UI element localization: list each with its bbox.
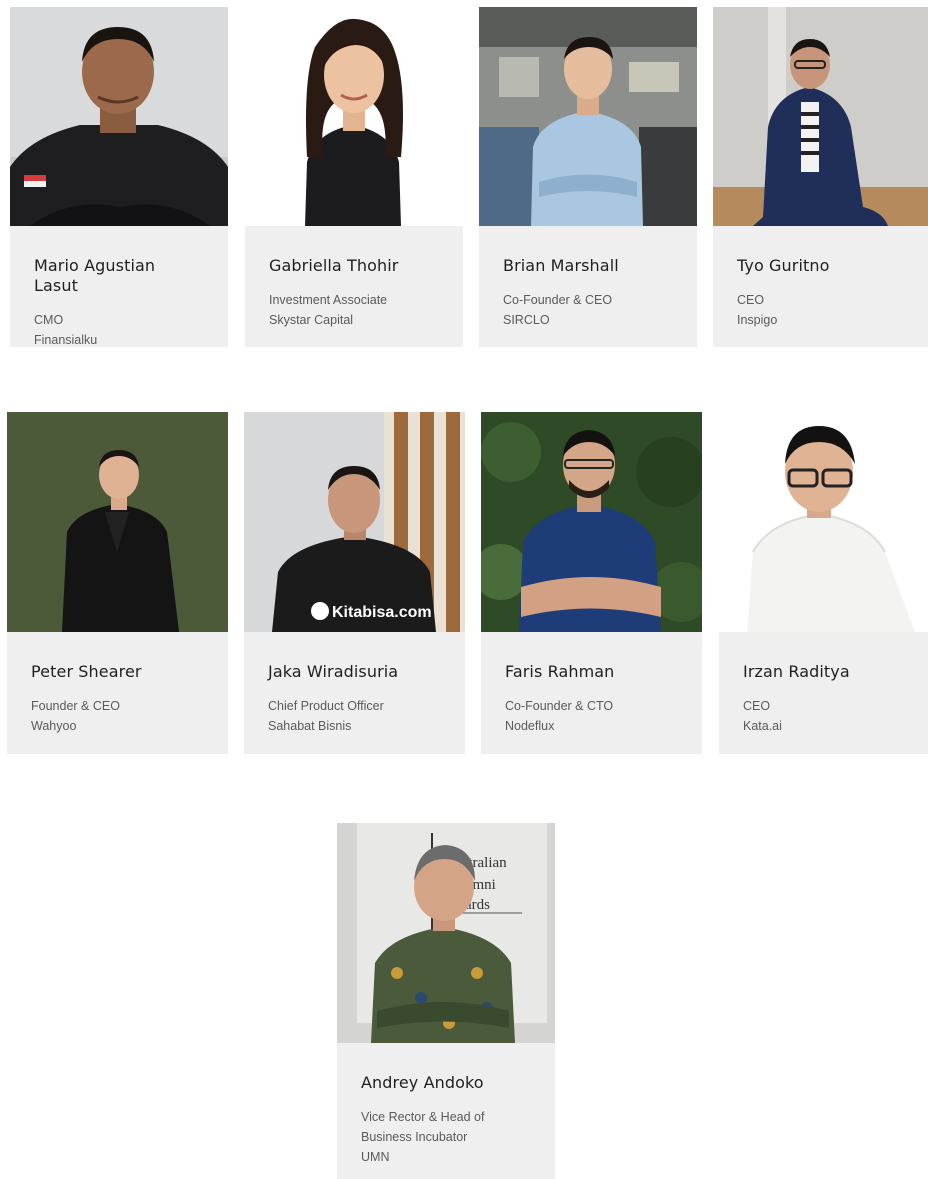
person-photo: ustralian umni ards [337,823,555,1043]
shirt-print: Kitabisa.com [332,604,432,621]
person-role: CEO [737,293,765,307]
person-name: Tyo Guritno [737,256,830,275]
person-company: Wahyoo [31,719,77,733]
person-role: Investment Associate [269,293,388,307]
person-info: Peter Shearer Founder & CEO Wahyoo [7,632,228,754]
person-info: Mario Agustian Lasut CMO Finansialku [10,226,228,347]
person-info: Jaka Wiradisuria Chief Product Officer S… [244,632,465,754]
person-info: Tyo Guritno CEO Inspigo [713,226,928,347]
person-name: Irzan Raditya [743,662,850,681]
person-card[interactable]: Irzan Raditya CEO Kata.ai [719,412,928,754]
person-photo [719,412,928,632]
person-photo [245,7,463,226]
person-card[interactable]: Tyo Guritno CEO Inspigo [713,7,928,347]
person-company: Sahabat Bisnis [268,719,352,733]
person-photo [7,412,228,632]
person-company: SIRCLO [503,313,550,327]
person-role-continued: Business Incubator [361,1130,468,1144]
person-card[interactable]: Brian Marshall Co-Founder & CEO SIRCLO [479,7,697,347]
person-photo [713,7,928,226]
person-photo [481,412,702,632]
person-card[interactable]: Faris Rahman Co-Founder & CTO Nodeflux [481,412,702,754]
person-info: Irzan Raditya CEO Kata.ai [719,632,928,754]
person-role: Co-Founder & CEO [503,293,613,307]
person-card[interactable]: Mario Agustian Lasut CMO Finansialku [10,7,228,347]
person-name: Brian Marshall [503,256,619,275]
person-company: Nodeflux [505,719,555,733]
person-name: Faris Rahman [505,662,615,681]
person-role: CMO [34,313,64,327]
person-card[interactable]: Kitabisa.com Jaka Wiradisuria Chief Prod… [244,412,465,754]
person-card[interactable]: ustralian umni ards Andrey Andoko Vice R… [337,823,555,1179]
person-photo [479,7,697,226]
person-name: Andrey Andoko [361,1073,484,1092]
person-company: Finansialku [34,333,98,347]
person-role: Vice Rector & Head of [361,1110,485,1124]
person-name: Mario Agustian Lasut [34,256,156,295]
person-info: Brian Marshall Co-Founder & CEO SIRCLO [479,226,697,347]
person-info: Gabriella Thohir Investment Associate Sk… [245,226,463,347]
person-role: CEO [743,699,771,713]
person-company: Inspigo [737,313,778,327]
person-photo: Kitabisa.com [244,412,465,632]
person-company: Kata.ai [743,719,782,733]
person-name: Jaka Wiradisuria [268,662,399,681]
person-info: Faris Rahman Co-Founder & CTO Nodeflux [481,632,702,754]
person-card[interactable]: Gabriella Thohir Investment Associate Sk… [245,7,463,347]
person-role: Co-Founder & CTO [505,699,614,713]
person-card[interactable]: Peter Shearer Founder & CEO Wahyoo [7,412,228,754]
person-company: UMN [361,1150,390,1164]
person-role: Chief Product Officer [268,699,384,713]
person-info: Andrey Andoko Vice Rector & Head of Busi… [337,1043,555,1179]
person-name: Gabriella Thohir [269,256,399,275]
person-company: Skystar Capital [269,313,354,327]
person-photo [10,7,228,226]
person-role: Founder & CEO [31,699,120,713]
person-name: Peter Shearer [31,662,142,681]
